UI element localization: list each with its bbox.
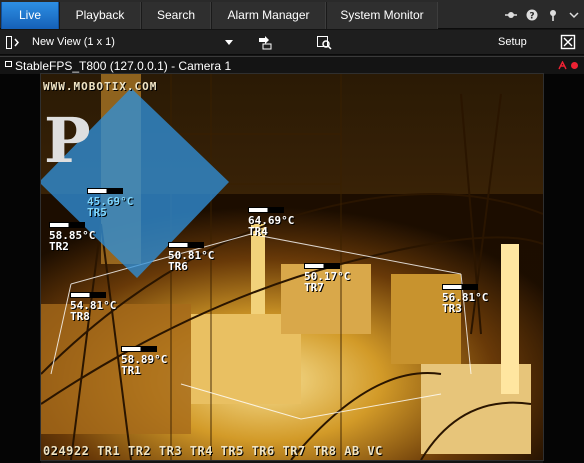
dropdown-arrow-icon: [225, 40, 233, 45]
tab-search[interactable]: Search: [141, 2, 211, 29]
network-icon[interactable]: [505, 9, 517, 21]
tab-alarm-manager[interactable]: Alarm Manager: [211, 2, 326, 29]
setup-button[interactable]: Setup: [498, 30, 527, 55]
view-selector[interactable]: New View (1 x 1): [32, 30, 237, 55]
camera-icon: [5, 61, 12, 67]
svg-text:?: ?: [529, 11, 534, 21]
help-icon[interactable]: ?: [526, 9, 538, 21]
camera-pane-border: [40, 73, 544, 461]
camera-title-bar: StableFPS_T800 (127.0.0.1) - Camera 1: [0, 56, 584, 74]
camera-status: [558, 61, 578, 70]
view-selector-label: New View (1 x 1): [32, 36, 115, 48]
recording-indicator-icon: [571, 62, 578, 69]
main-tab-bar: Live Playback Search Alarm Manager Syste…: [0, 0, 584, 29]
snapshot-icon[interactable]: [316, 34, 332, 50]
top-right-icons: ?: [505, 0, 580, 29]
tab-playback[interactable]: Playback: [59, 2, 141, 29]
tab-live[interactable]: Live: [1, 2, 59, 29]
view-toolbar: New View (1 x 1) Setup: [0, 30, 584, 55]
pane-toggle-icon[interactable]: [6, 36, 22, 49]
fullscreen-icon[interactable]: [560, 34, 576, 50]
motion-icon: [558, 61, 567, 70]
tab-system-monitor[interactable]: System Monitor: [326, 2, 438, 29]
letterbox-left: [0, 74, 41, 463]
letterbox-right: [543, 74, 584, 463]
pin-icon[interactable]: [547, 9, 559, 21]
chevron-down-icon[interactable]: [568, 9, 580, 21]
video-management-client: Live Playback Search Alarm Manager Syste…: [0, 0, 584, 463]
send-to-window-icon[interactable]: [257, 34, 273, 50]
